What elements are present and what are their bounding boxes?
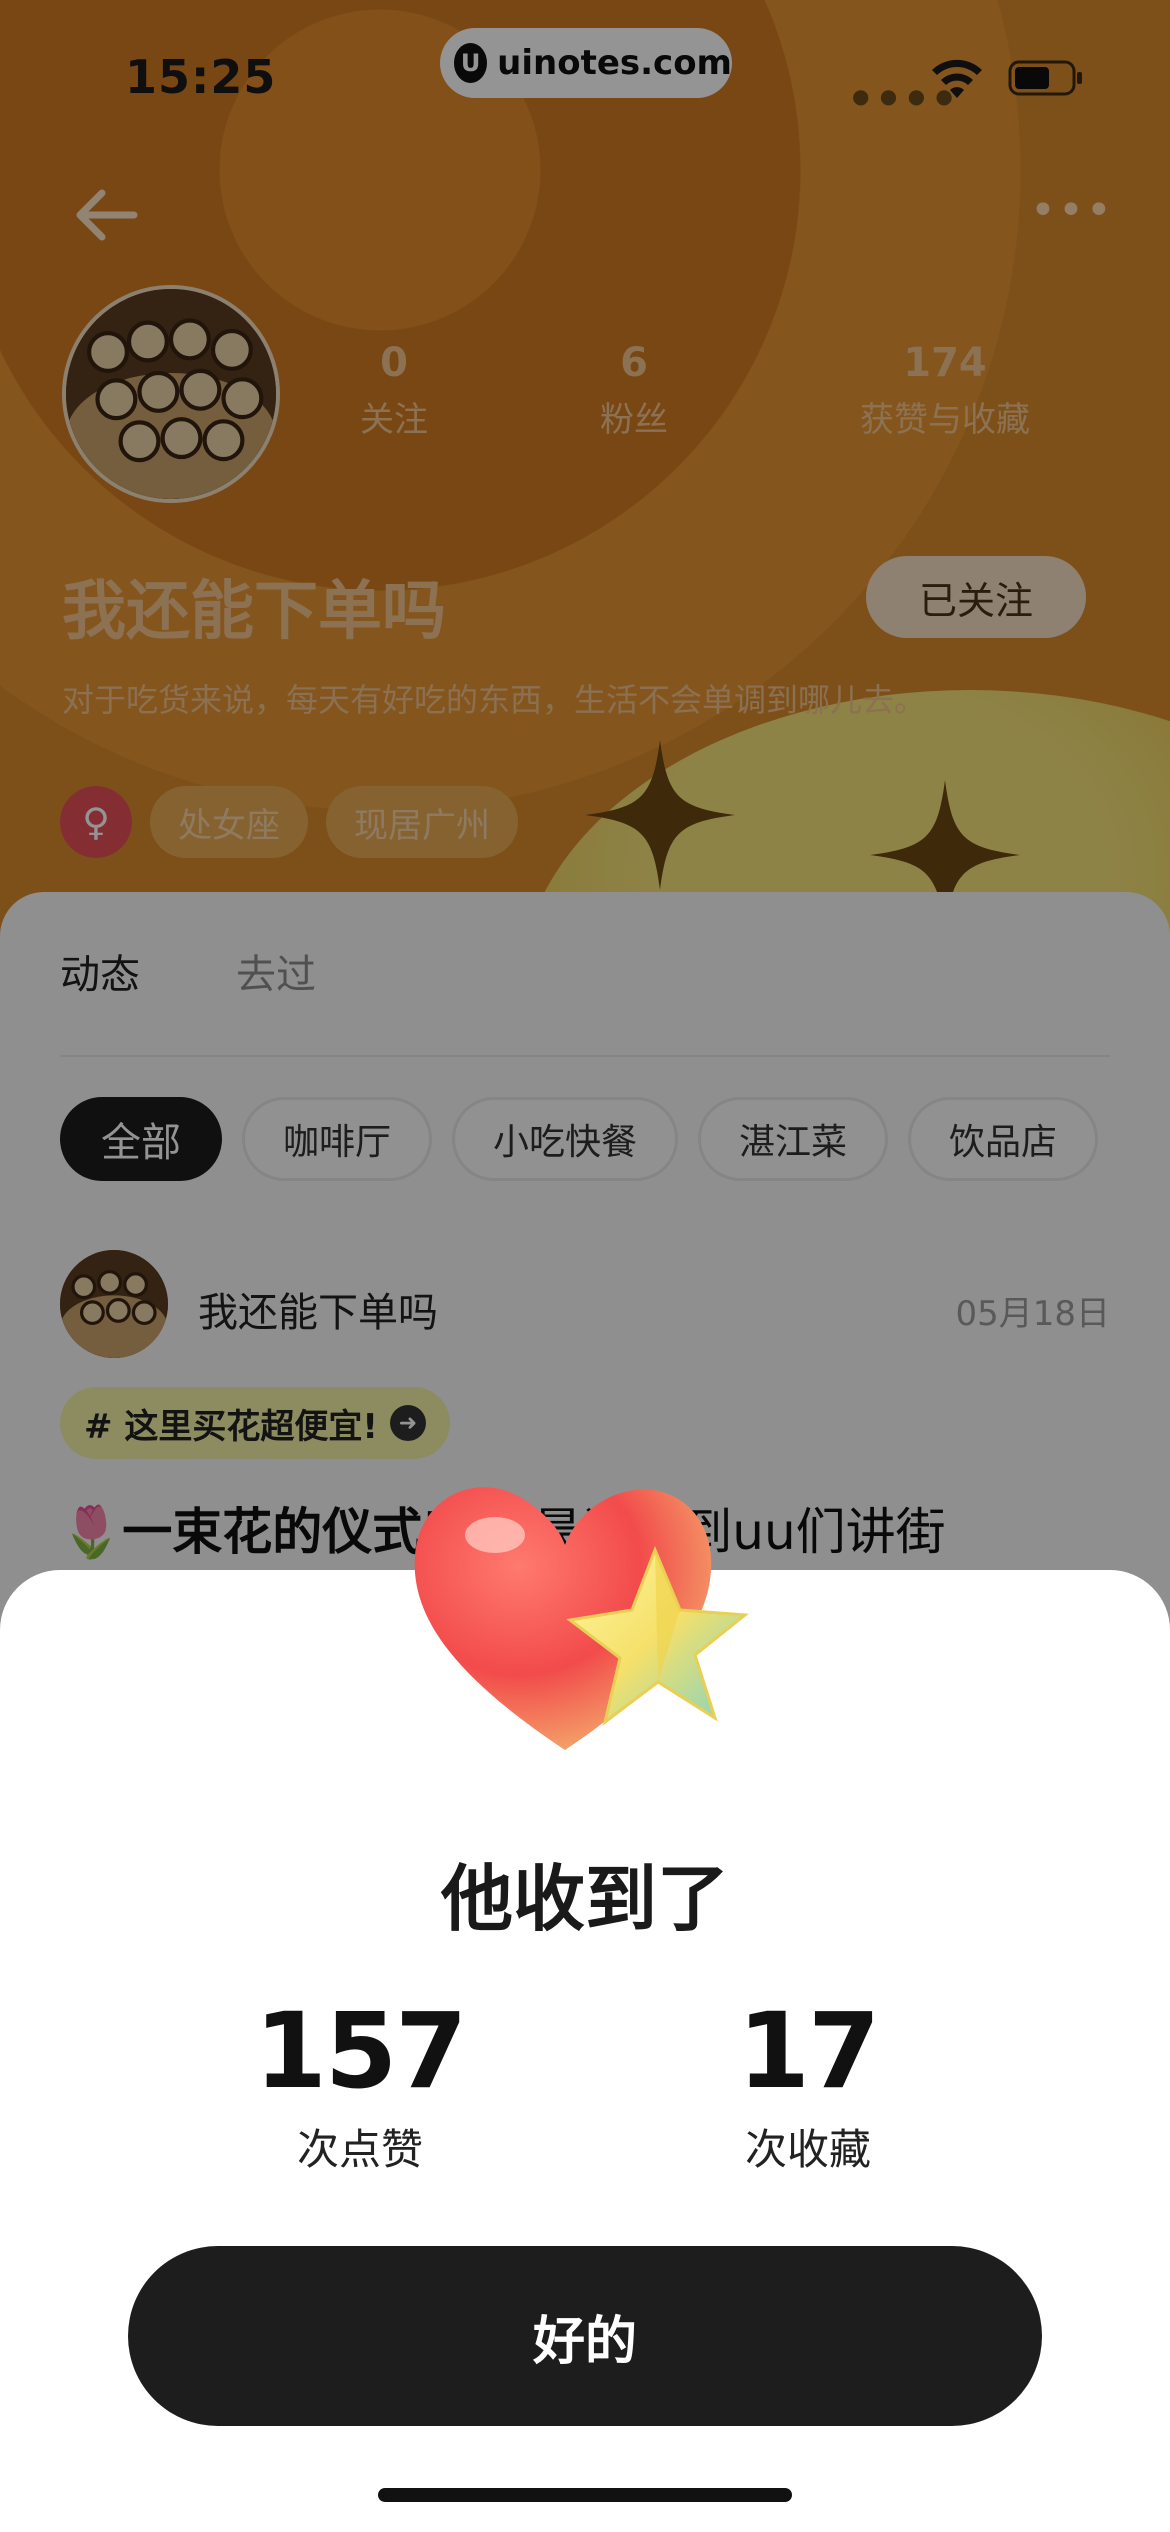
home-indicator[interactable] [378,2488,792,2502]
metric-likes: 157 次点赞 [210,1990,510,2177]
metric-value: 17 [737,1990,881,2112]
ok-button[interactable]: 好的 [128,2246,1042,2426]
metric-label: 次收藏 [744,2125,871,2174]
metric-collects: 17 次收藏 [658,1990,958,2177]
metric-label: 次点赞 [296,2125,423,2174]
heart-star-illustration [400,1460,780,1780]
metric-value: 157 [254,1990,467,2112]
sheet-title: 他收到了 [440,1857,729,1941]
